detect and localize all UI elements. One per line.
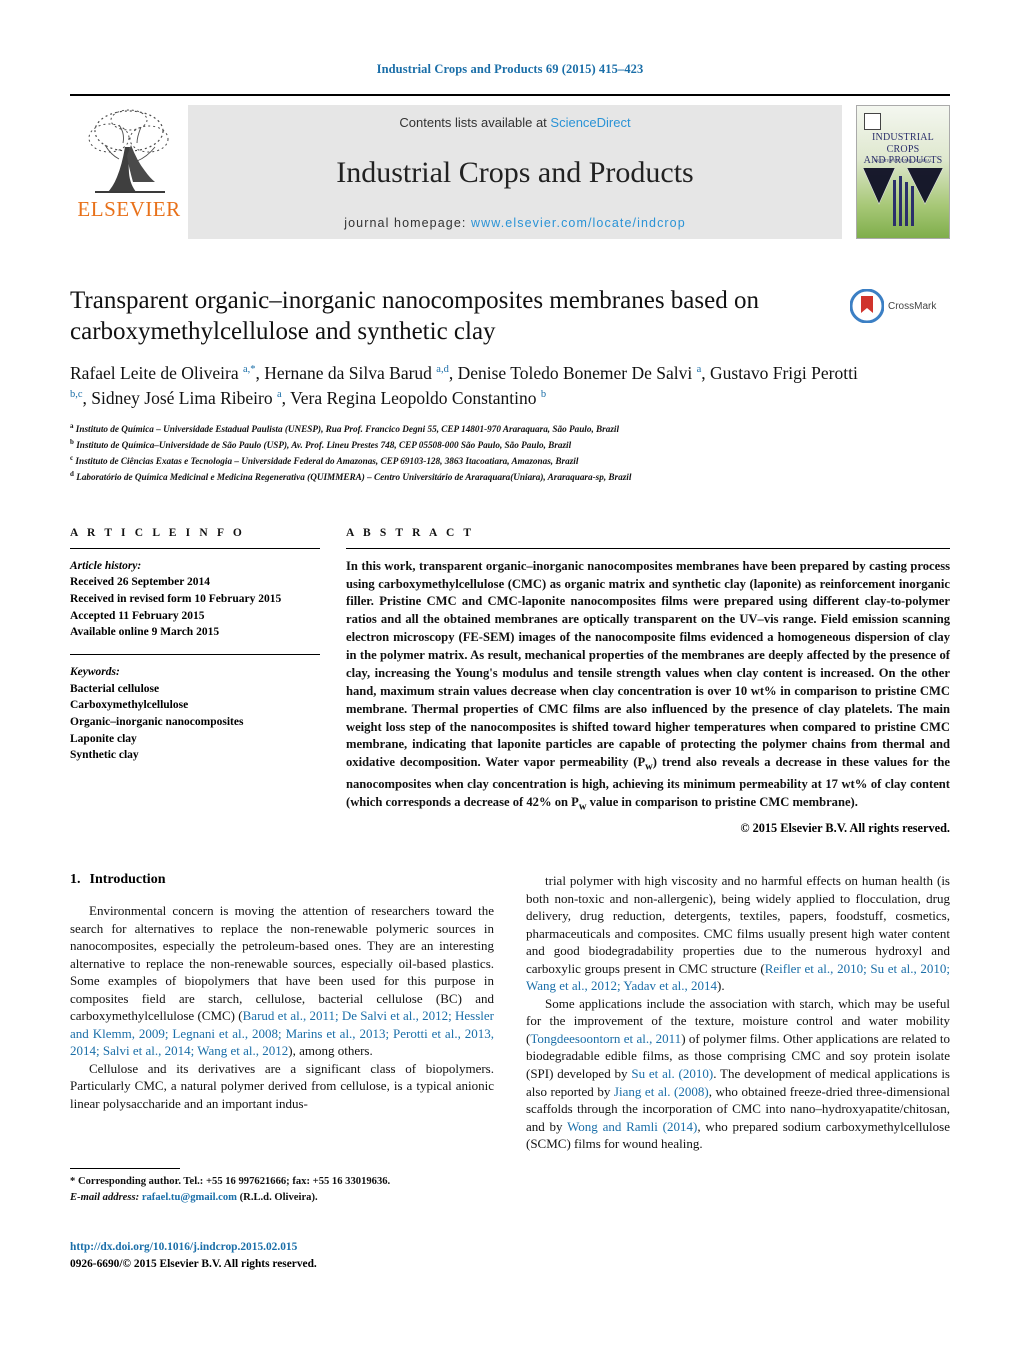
keywords-label: Keywords: (70, 665, 120, 678)
page-title: Transparent organic–inorganic nanocompos… (70, 287, 759, 345)
abstract-copyright: © 2015 Elsevier B.V. All rights reserved… (740, 820, 950, 835)
elsevier-tree-icon (75, 105, 183, 197)
affiliation-item: a Instituto de Química – Universidade Es… (70, 421, 620, 434)
title-block: Transparent organic–inorganic nanocompos… (70, 285, 950, 347)
article-history-item: Available online 9 March 2015 (70, 626, 220, 639)
intro-left-paragraphs: Environmental concern is moving the atte… (70, 902, 494, 1113)
author-list: Rafael Leite de Oliveira a,*, Hernane da… (70, 363, 858, 409)
cover-subtitle: AN INTERNATIONAL JOURNAL (873, 159, 933, 163)
crossmark-icon (850, 289, 884, 323)
journal-cover-thumbnail: INDUSTRIAL CROPS AND PRODUCTS AN INTERNA… (856, 105, 950, 239)
homepage-prefix: journal homepage: (344, 216, 472, 230)
section-title-introduction: 1. Introduction (70, 872, 494, 888)
keywords-rule (70, 653, 320, 655)
article-history-item: Received in revised form 10 February 201… (70, 592, 282, 605)
info-abstract-row: A R T I C L E I N F O Article history: R… (70, 527, 950, 836)
paragraph: Environmental concern is moving the atte… (70, 902, 494, 1059)
cover-artwork-icon (857, 164, 949, 238)
keyword-item: Organic–inorganic nanocomposites (70, 716, 244, 728)
cover-title-line1: INDUSTRIAL CROPS (872, 132, 934, 155)
crossmark-badge[interactable]: CrossMark (850, 289, 950, 323)
abstract-heading: A B S T R A C T (346, 526, 475, 539)
keyword-item: Carboxymethylcellulose (70, 699, 189, 712)
footer-doi-block: http://dx.doi.org/10.1016/j.indcrop.2015… (70, 1239, 317, 1272)
contents-line: Contents lists available at ScienceDirec… (399, 115, 630, 130)
affiliation-list: a Instituto de Química – Universidade Es… (70, 421, 950, 485)
article-info-heading: A R T I C L E I N F O (70, 526, 245, 539)
affiliation-marker: b (70, 437, 74, 446)
journal-masthead: ELSEVIER Contents lists available at Sci… (70, 94, 950, 239)
journal-title: Industrial Crops and Products (336, 156, 694, 189)
footnote-rule (70, 1168, 180, 1169)
affiliation-item: c Instituto de Ciências Exatas e Tecnolo… (70, 453, 579, 466)
email-suffix: (R.L.d. Oliveira). (239, 1191, 318, 1203)
paragraph: Some applications include the associatio… (526, 995, 951, 1152)
email-link[interactable]: rafael.tu@gmail.com (142, 1192, 237, 1203)
contents-prefix: Contents lists available at (399, 115, 551, 130)
running-head: Industrial Crops and Products 69 (2015) … (376, 62, 644, 76)
affiliation-marker: d (70, 469, 74, 478)
corresponding-author-line: * Corresponding author. Tel.: +55 16 997… (70, 1176, 391, 1187)
keyword-item: Synthetic clay (70, 749, 139, 762)
paragraph: trial polymer with high viscosity and no… (526, 872, 950, 994)
article-info-rule (70, 547, 320, 549)
affiliation-item: b Instituto de Química–Universidade de S… (70, 437, 572, 450)
keyword-item: Bacterial cellulose (70, 682, 160, 695)
journal-article-page: Industrial Crops and Products 69 (2015) … (0, 0, 1020, 1351)
elsevier-wordmark: ELSEVIER (77, 197, 181, 221)
crossmark-label: CrossMark (888, 300, 937, 312)
intro-right-paragraphs: trial polymer with high viscosity and no… (526, 872, 950, 1153)
article-history-item: Received 26 September 2014 (70, 576, 210, 589)
keyword-item: Laponite clay (70, 732, 137, 745)
journal-homepage-link[interactable]: www.elsevier.com/locate/indcrop (471, 216, 686, 230)
keywords-list: Bacterial cellulose Carboxymethylcellulos… (70, 681, 320, 764)
article-history-item: Accepted 11 February 2015 (70, 609, 205, 622)
journal-band: Contents lists available at ScienceDirec… (188, 105, 842, 239)
abstract-text: In this work, transparent organic–inorga… (346, 558, 951, 813)
doi-link[interactable]: http://dx.doi.org/10.1016/j.indcrop.2015… (70, 1239, 317, 1256)
corresponding-author-footnote: * Corresponding author. Tel.: +55 16 997… (70, 1168, 490, 1206)
paragraph: Cellulose and its derivatives are a sign… (70, 1060, 494, 1111)
affiliation-marker: c (70, 453, 74, 462)
body-columns: 1. Introduction Environmental concern is … (70, 872, 950, 1153)
cover-publisher-mark-icon (864, 113, 881, 130)
article-history-list: Received 26 September 2014 Received in re… (70, 574, 320, 641)
email-label: E-mail address: (70, 1191, 140, 1203)
affiliation-marker: a (70, 421, 74, 430)
abstract-rule (346, 547, 950, 549)
body-column-right: trial polymer with high viscosity and no… (526, 872, 950, 1153)
section-label: Introduction (89, 871, 166, 887)
body-column-left: 1. Introduction Environmental concern is … (70, 872, 494, 1153)
affiliation-item: d Laboratório de Química Medicinal e Med… (70, 469, 632, 482)
journal-homepage-line: journal homepage: www.elsevier.com/locat… (344, 216, 686, 230)
article-history-label: Article history: (70, 559, 142, 572)
abstract-column: A B S T R A C T In this work, transparen… (346, 527, 950, 836)
section-number: 1. (70, 871, 81, 887)
elsevier-logo-block: ELSEVIER (70, 105, 188, 239)
email-line: E-mail address: rafael.tu@gmail.com (R.L… (70, 1190, 490, 1206)
sciencedirect-link[interactable]: ScienceDirect (550, 115, 630, 130)
article-info-column: A R T I C L E I N F O Article history: R… (70, 527, 320, 836)
issn-copyright-line: 0926-6690/© 2015 Elsevier B.V. All right… (70, 1257, 317, 1270)
